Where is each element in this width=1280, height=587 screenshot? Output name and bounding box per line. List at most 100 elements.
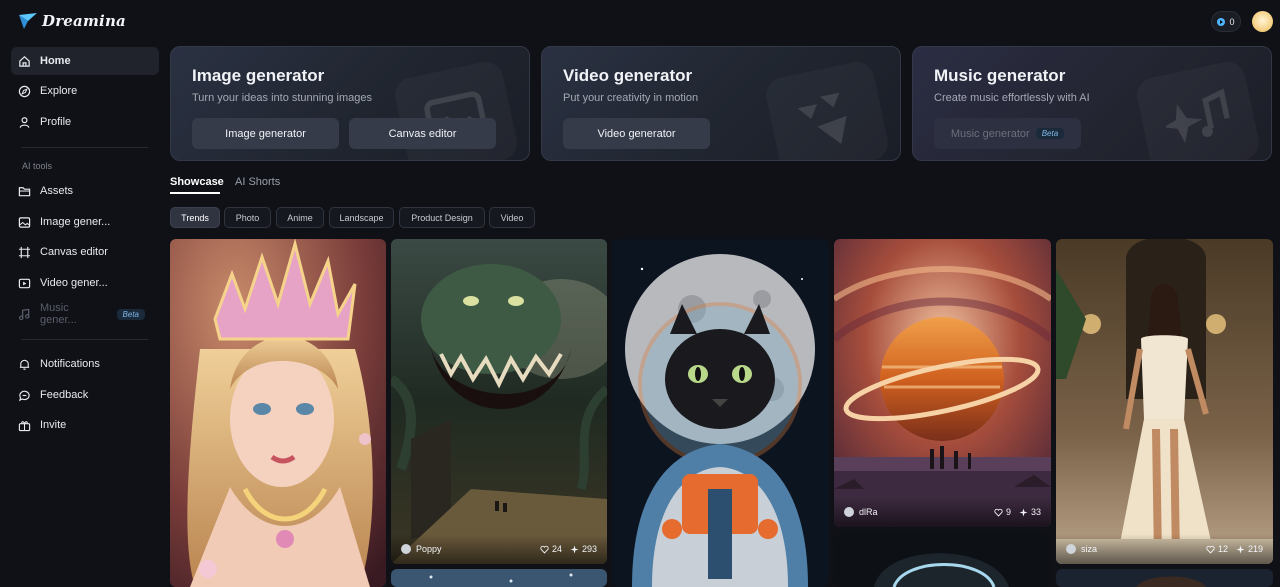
video-deco-icon	[763, 59, 891, 160]
bell-icon	[18, 358, 31, 371]
image-icon	[18, 216, 31, 229]
tab-underline	[170, 192, 220, 194]
invite-icon	[18, 419, 31, 432]
tab-ai-shorts[interactable]: AI Shorts	[235, 176, 280, 188]
author-avatar	[401, 544, 411, 554]
filter-video[interactable]: Video	[489, 207, 535, 228]
gallery-item-next[interactable]	[391, 569, 607, 587]
sidebar-item-label: Assets	[40, 185, 74, 197]
canvas-editor-button[interactable]: Canvas editor	[349, 118, 496, 149]
sidebar-item-home[interactable]: Home	[11, 47, 159, 75]
sidebar-item-canvas-editor[interactable]: Canvas editor	[11, 238, 159, 266]
like-count: 12	[1217, 544, 1228, 554]
sidebar-item-profile[interactable]: Profile	[11, 108, 159, 136]
like-stat[interactable]: 12	[1206, 544, 1228, 554]
remix-stat[interactable]: 33	[1019, 507, 1041, 517]
remix-stat[interactable]: 293	[570, 544, 597, 554]
author-name[interactable]: dlRa	[859, 507, 986, 517]
remix-count: 219	[1247, 544, 1263, 554]
button-label: Music generator	[950, 127, 1030, 140]
like-stat[interactable]: 9	[994, 507, 1011, 517]
avatar[interactable]	[1252, 11, 1273, 32]
monster-image	[391, 239, 607, 564]
sidebar-item-music-generator[interactable]: Music gener... Beta	[11, 300, 159, 328]
gallery-item-next-2[interactable]	[1056, 569, 1273, 587]
sparkle-icon	[1236, 544, 1245, 554]
music-deco-icon	[1134, 59, 1262, 160]
sidebar-item-label: Invite	[40, 419, 67, 431]
author-name[interactable]: siza	[1081, 544, 1198, 554]
tab-showcase[interactable]: Showcase	[170, 176, 224, 188]
card-title: Image generator	[192, 66, 325, 85]
beta-badge: Beta	[1035, 128, 1065, 139]
folder-icon	[18, 185, 31, 198]
like-count: 9	[1005, 507, 1011, 517]
sidebar-item-assets[interactable]: Assets	[11, 177, 159, 205]
like-count: 24	[551, 544, 562, 554]
filter-landscape[interactable]: Landscape	[329, 207, 394, 228]
tile-footer: dlRa 9 33	[834, 497, 1051, 527]
gallery-item-princess[interactable]	[170, 239, 386, 587]
profile-icon	[18, 116, 31, 129]
logo[interactable]: Dreamina	[18, 10, 126, 32]
video-generator-card: Video generator Put your creativity in m…	[541, 46, 901, 161]
filter-anime[interactable]: Anime	[276, 207, 324, 228]
sidebar-item-label: Home	[40, 55, 71, 67]
card-title: Music generator	[934, 66, 1066, 85]
sidebar-item-image-generator[interactable]: Image gener...	[11, 208, 159, 236]
image-generator-button[interactable]: Image generator	[192, 118, 339, 149]
filter-trends[interactable]: Trends	[170, 207, 220, 228]
heart-icon	[1206, 545, 1215, 554]
video-generator-button[interactable]: Video generator	[563, 118, 710, 149]
sparkle-icon	[570, 544, 579, 554]
sidebar: Dreamina Home Explore Profile AI tools A…	[0, 0, 170, 587]
sidebar-item-label: Feedback	[40, 389, 89, 401]
author-avatar	[844, 507, 854, 517]
gallery-item-portrait-dark[interactable]	[834, 532, 1051, 587]
princess-image	[170, 239, 386, 587]
sidebar-item-video-generator[interactable]: Video gener...	[11, 269, 159, 297]
filter-photo[interactable]: Photo	[224, 207, 271, 228]
dark-portrait-image	[834, 532, 1051, 587]
dark-image	[1056, 569, 1273, 587]
feedback-icon	[18, 389, 31, 402]
sidebar-item-explore[interactable]: Explore	[11, 77, 159, 105]
card-title: Video generator	[563, 66, 693, 85]
section-label-ai-tools: AI tools	[22, 161, 53, 171]
explore-icon	[18, 85, 31, 98]
astronaut-cat-image	[612, 239, 829, 587]
sidebar-item-label: Profile	[40, 116, 72, 128]
remix-count: 33	[1030, 507, 1041, 517]
gallery-item-monster[interactable]: Poppy 24 293	[391, 239, 607, 564]
card-subtitle: Create music effortlessly with AI	[934, 92, 1090, 104]
beta-badge: Beta	[116, 308, 145, 320]
sidebar-item-invite[interactable]: Invite	[11, 411, 159, 439]
gown-image	[1056, 239, 1273, 564]
card-subtitle: Put your creativity in motion	[563, 92, 699, 104]
credits-count: 0	[1229, 16, 1235, 27]
credit-icon	[1217, 17, 1226, 26]
logo-text: Dreamina	[42, 12, 126, 30]
sidebar-item-label: Music gener...	[40, 302, 77, 326]
tile-footer: siza 12 219	[1056, 534, 1273, 564]
music-generator-button[interactable]: Music generator Beta	[934, 118, 1081, 149]
sidebar-item-notifications[interactable]: Notifications	[11, 350, 159, 378]
author-name[interactable]: Poppy	[416, 544, 532, 554]
sidebar-divider	[21, 339, 148, 340]
gallery-item-planet[interactable]: dlRa 9 33	[834, 239, 1051, 527]
credits-button[interactable]: 0	[1211, 11, 1241, 32]
video-icon	[18, 277, 31, 290]
like-stat[interactable]: 24	[540, 544, 562, 554]
gallery-item-astronaut-cat[interactable]	[612, 239, 829, 587]
filter-product-design[interactable]: Product Design	[399, 207, 485, 228]
sidebar-item-label: Notifications	[40, 358, 100, 370]
sidebar-divider	[21, 147, 148, 148]
sidebar-item-feedback[interactable]: Feedback	[11, 381, 159, 409]
card-subtitle: Turn your ideas into stunning images	[192, 92, 372, 104]
remix-stat[interactable]: 219	[1236, 544, 1263, 554]
snow-image	[391, 569, 607, 587]
gallery-item-gown[interactable]: siza 12 219	[1056, 239, 1273, 564]
author-avatar	[1066, 544, 1076, 554]
tile-footer: Poppy 24 293	[391, 534, 607, 564]
remix-count: 293	[581, 544, 597, 554]
